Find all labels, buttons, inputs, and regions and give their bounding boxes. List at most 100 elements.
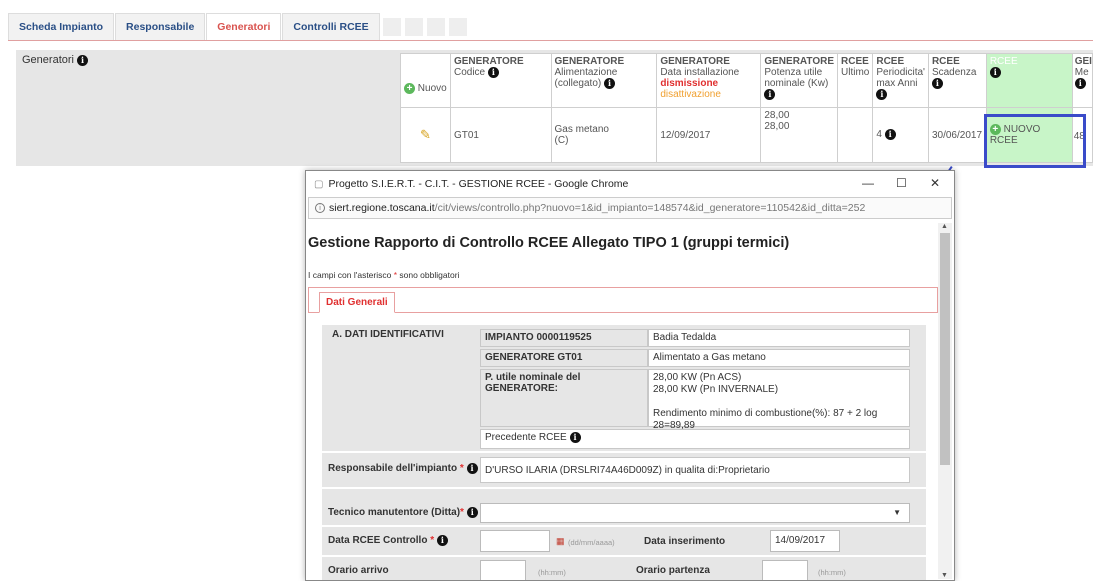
minimize-icon[interactable]: — [862, 176, 874, 190]
popup-window: ▢ Progetto S.I.E.R.T. - C.I.T. - GESTION… [305, 170, 955, 581]
scrollbar[interactable]: ▲ ▼ [938, 223, 952, 579]
tab-generatori[interactable]: Generatori [206, 13, 282, 40]
info-icon[interactable]: i [466, 507, 478, 518]
info-icon[interactable]: i [876, 89, 888, 100]
col-potenza-line3: nominale (Kw) [764, 78, 829, 89]
tab-responsabile[interactable]: Responsabile [115, 13, 206, 40]
site-info-icon[interactable]: i [315, 203, 325, 213]
chevron-down-icon[interactable]: ▼ [893, 508, 901, 517]
calendar-icon[interactable]: ▦ [556, 536, 565, 547]
precedente-rcee[interactable]: Precedente RCEE i [480, 429, 910, 449]
cell-alimentazione: Gas metano (C) [550, 107, 658, 163]
cell-scadenza: 30/06/2017 [927, 107, 987, 163]
col-rcee-scad-line2: Scadenza [931, 67, 977, 78]
cell-potenza-1: 28,00 [764, 110, 790, 121]
info-icon[interactable]: i [989, 67, 1001, 78]
tecnico-select[interactable]: ▼ [480, 503, 910, 523]
col-alimentazione-line3: (collegato) [554, 78, 602, 90]
tab-dati-generali[interactable]: Dati Generali [319, 292, 395, 313]
tecnico-label: Tecnico manutentore (Ditta)* i [328, 507, 478, 518]
info-icon[interactable]: i [884, 129, 896, 141]
col-cut: GEI Me i [1071, 53, 1093, 108]
edit-cell[interactable]: ✎ [400, 107, 451, 163]
col-potenza-line2: Potenza utile [764, 67, 823, 78]
potenza-inv: 28,00 KW (Pn INVERNALE) [653, 384, 779, 395]
cell-periodicita-value: 4 [876, 129, 882, 141]
generatore-label: GENERATORE GT01 [485, 352, 583, 363]
impianto-label: IMPIANTO 0000119525 [485, 332, 592, 343]
scroll-up-icon[interactable]: ▲ [941, 223, 948, 230]
nuovo-link[interactable]: Nuovo [418, 83, 447, 94]
potenza-label-cell: P. utile nominale del GENERATORE: [480, 369, 648, 427]
nuovo-header[interactable]: + Nuovo [400, 53, 451, 108]
popup-content: Gestione Rapporto di Controllo RCEE Alle… [306, 221, 938, 580]
scrollbar-thumb[interactable] [940, 233, 950, 465]
col-cut-line1: GEI [1074, 56, 1092, 67]
data-hint: (dd/mm/aaaa) [568, 538, 615, 547]
impianto-value: Badia Tedalda [648, 329, 910, 347]
precedente-label[interactable]: Precedente RCEE [485, 432, 567, 443]
col-rcee-period-line1: RCEE [876, 56, 905, 67]
tab-placeholder [404, 18, 423, 36]
col-rcee: RCEE i [985, 53, 1073, 108]
info-icon[interactable]: i [569, 432, 581, 443]
data-rcee-input[interactable] [480, 530, 550, 552]
info-icon[interactable]: i [487, 67, 499, 78]
panel-title: Generatori i [22, 54, 89, 66]
impianto-label-cell: IMPIANTO 0000119525 [480, 329, 648, 347]
responsabile-label-text: Responsabile dell'impianto [328, 463, 458, 475]
url-host: siert.regione.toscana.it [329, 202, 435, 214]
tab-placeholder [382, 18, 401, 36]
data-inserimento-label: Data inserimento [644, 536, 726, 547]
orario-arrivo-input[interactable] [480, 560, 526, 580]
cell-periodicita: 4 i [872, 107, 929, 163]
page-title: Gestione Rapporto di Controllo RCEE Alle… [308, 235, 790, 251]
pencil-icon[interactable]: ✎ [420, 127, 431, 143]
cell-alimentazione-1: Gas metano [554, 124, 609, 135]
required-note-a: I campi con l'asterisco [308, 270, 394, 280]
cell-rcee-ultimo [836, 107, 874, 163]
page-icon: ▢ [314, 178, 324, 190]
col-potenza: GENERATORE Potenza utile nominale (Kw) i [760, 53, 838, 108]
orario-partenza-label: Orario partenza [636, 565, 710, 576]
info-icon[interactable]: i [604, 78, 615, 89]
highlight-box [984, 114, 1086, 168]
close-icon[interactable]: ✕ [930, 176, 940, 190]
col-rcee-line1: RCEE [989, 56, 1018, 67]
data-inserimento-value: 14/09/2017 [770, 530, 840, 552]
tecnico-row: Tecnico manutentore (Ditta)* i ▼ [322, 501, 926, 525]
orario-partenza-input[interactable] [762, 560, 808, 580]
col-data: GENERATORE Data installazione dismission… [656, 53, 762, 108]
tab-scheda-impianto[interactable]: Scheda Impianto [8, 13, 115, 40]
info-icon[interactable]: i [436, 535, 448, 546]
rendimento: Rendimento minimo di combustione(%): 87 … [653, 408, 878, 431]
info-icon[interactable]: i [77, 54, 89, 66]
info-icon[interactable]: i [931, 78, 943, 89]
scroll-down-icon[interactable]: ▼ [941, 572, 948, 579]
required-note: I campi con l'asterisco * sono obbligato… [308, 270, 459, 280]
col-rcee-periodicita: RCEE Periodicita' max Anni i [872, 53, 929, 108]
info-icon[interactable]: i [466, 463, 478, 474]
dati-identificativi-section: A. DATI IDENTIFICATIVI IMPIANTO 00001195… [322, 325, 926, 451]
responsabile-label: Responsabile dell'impianto * i [328, 463, 478, 474]
col-data-line2: Data installazione [660, 67, 740, 78]
col-codice-line2: Codice [453, 67, 486, 79]
tab-controlli-rcee[interactable]: Controlli RCEE [282, 13, 380, 40]
maximize-icon[interactable]: ☐ [896, 176, 907, 190]
cell-data: 12/09/2017 [656, 107, 762, 163]
tecnico-label-text: Tecnico manutentore (Ditta) [328, 507, 461, 519]
potenza-acs: 28,00 KW (Pn ACS) [653, 372, 742, 383]
cell-codice: GT01 [449, 107, 552, 163]
col-rcee-period-line3: max Anni [876, 78, 918, 89]
address-bar[interactable]: i siert.regione.toscana.it/cit/views/con… [308, 197, 952, 219]
window-titlebar: ▢ Progetto S.I.E.R.T. - C.I.T. - GESTION… [306, 171, 954, 197]
required-note-b: sono obbligatori [397, 270, 460, 280]
info-icon[interactable]: i [764, 89, 776, 100]
tab-placeholder [448, 18, 467, 36]
add-icon[interactable]: + [404, 82, 415, 94]
tab-bar: Scheda Impianto Responsabile Generatori … [8, 13, 1093, 41]
url-path: /cit/views/controllo.php?nuovo=1&id_impi… [434, 202, 866, 214]
info-icon[interactable]: i [1074, 78, 1086, 89]
data-rcee-label-text: Data RCEE Controllo [328, 535, 428, 547]
table-header-row: + Nuovo GENERATORE Codice i GENERATORE A… [400, 53, 1093, 108]
